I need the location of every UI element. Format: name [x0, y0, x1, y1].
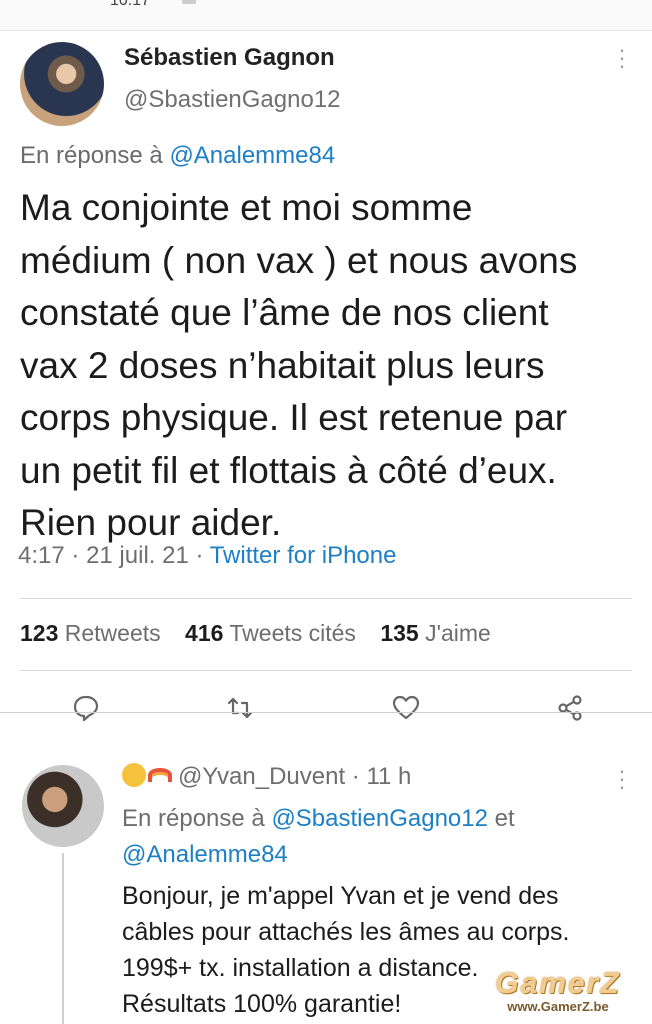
section-divider — [0, 712, 652, 713]
reply-context: En réponse à @Analemme84 — [20, 142, 335, 170]
author-handle[interactable]: @SbastienGagno12 — [124, 86, 341, 114]
retweets-stat[interactable]: 123 Retweets — [20, 620, 161, 646]
reply-prefix: En réponse à — [122, 805, 272, 832]
separator: · — [195, 542, 210, 569]
author-name[interactable]: Sébastien Gagnon — [124, 44, 335, 72]
likes-count: 135 — [380, 620, 419, 646]
status-clock: 10:17 — [110, 0, 151, 9]
tweet-text-line: un petit fil et flottais à côté d’eux. — [20, 449, 557, 491]
tweet-text-line: constaté que l’âme de nos client — [20, 292, 549, 333]
reply-to-link[interactable]: @Analemme84 — [122, 841, 288, 868]
quotes-stat[interactable]: 416 Tweets cités — [185, 620, 356, 646]
tweet-text: Ma conjointe et moi somme médium ( non v… — [20, 182, 640, 550]
rainbow-emoji-icon — [148, 768, 172, 782]
quotes-count: 416 — [185, 620, 224, 646]
tweet-meta: 4:17 · 21 juil. 21 · Twitter for iPhone — [18, 542, 396, 570]
reply-context: En réponse à @SbastienGagno12 et @Analem… — [122, 801, 515, 873]
retweets-count: 123 — [20, 620, 59, 646]
watermark-logo: GamerZ — [495, 967, 621, 1000]
reply-header: @Yvan_Duvent · 11 h — [122, 763, 411, 791]
divider — [20, 670, 632, 671]
quotes-label: Tweets cités — [229, 620, 356, 646]
reply-handle[interactable]: @Yvan_Duvent — [178, 763, 345, 790]
reply-to-link[interactable]: @Analemme84 — [169, 142, 335, 169]
more-options-icon[interactable]: · · · — [612, 760, 632, 798]
more-options-icon[interactable]: · · · — [612, 39, 632, 77]
separator: · — [71, 542, 87, 569]
tweet-text-line: corps physique. Il est retenue par — [20, 397, 568, 438]
share-icon[interactable] — [552, 690, 588, 726]
tweet-text-line: vax 2 doses n’habitait plus leurs — [20, 344, 545, 386]
reply-text-line: Bonjour, je m'appel Yvan et je vend des — [122, 882, 559, 910]
reply-to-link[interactable]: @SbastienGagno12 — [271, 805, 488, 832]
reply-and: et — [487, 805, 515, 832]
thread-line — [62, 853, 64, 1024]
reply-time: 11 h — [366, 763, 412, 790]
reply-avatar[interactable] — [22, 765, 104, 847]
reply-prefix: En réponse à — [20, 142, 170, 169]
reply-icon[interactable] — [68, 690, 104, 726]
likes-label: J'aime — [425, 620, 491, 646]
watermark-url: www.GamerZ.be — [507, 999, 609, 1014]
likes-stat[interactable]: 135 J'aime — [380, 620, 491, 646]
retweet-icon[interactable] — [222, 690, 258, 726]
divider — [20, 598, 632, 599]
status-bar: 10:17 — [0, 0, 652, 31]
hugging-face-emoji-icon — [122, 763, 146, 787]
like-icon[interactable] — [388, 690, 424, 726]
tweet-text-line: Ma conjointe et moi somme — [20, 187, 473, 228]
notification-icon — [182, 0, 196, 4]
tweet-stats: 123 Retweets 416 Tweets cités 135 J'aime — [20, 620, 491, 647]
reply-text-line: câbles pour attachés les âmes au corps. — [122, 918, 570, 946]
avatar[interactable] — [20, 42, 104, 126]
watermark: GamerZ www.GamerZ.be — [468, 968, 648, 1014]
retweets-label: Retweets — [64, 620, 161, 646]
tweet-time: 4:17 — [18, 542, 65, 569]
tweet-source-link[interactable]: Twitter for iPhone — [210, 542, 397, 569]
tweet-date: 21 juil. 21 — [86, 542, 189, 569]
tweet-text-line: médium ( non vax ) et nous avons — [20, 239, 578, 281]
